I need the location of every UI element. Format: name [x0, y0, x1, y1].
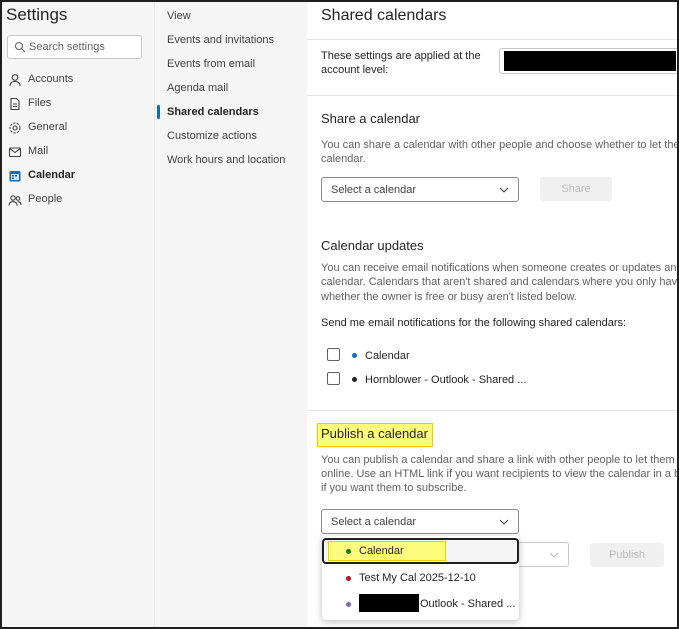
nav-item-calendar[interactable]: Calendar: [2, 165, 154, 187]
updates-desc-line1: You can receive email notifications when…: [321, 262, 679, 274]
publish-calendar-select[interactable]: Select a calendar: [321, 509, 519, 534]
subnav-item-work-hours-and-location[interactable]: Work hours and location: [155, 150, 307, 170]
hornblower-checkbox[interactable]: [327, 372, 340, 385]
section-divider: [307, 95, 677, 96]
subnav-item-label: Events and invitations: [167, 34, 275, 46]
nav-item-label: People: [28, 193, 63, 205]
subnav-item-label: Shared calendars: [167, 106, 259, 118]
file-icon: [10, 97, 20, 111]
dropdown-option-test-my-cal[interactable]: Test My Cal 2025-12-10: [322, 565, 519, 591]
section-divider: [307, 410, 677, 411]
mail-icon: [8, 147, 22, 158]
redacted-account: [504, 51, 676, 71]
calendar-subnav: View Events and invitations Events from …: [155, 2, 307, 627]
chevron-up-icon: [499, 519, 509, 525]
nav-item-label: Files: [28, 97, 52, 109]
nav-item-label: Accounts: [28, 73, 74, 85]
title-divider: [307, 39, 677, 40]
calendar-dropdown-list: Calendar Test My Cal 2025-12-10 Outlook …: [322, 536, 519, 620]
nav-item-people[interactable]: People: [2, 189, 154, 211]
search-box[interactable]: [7, 35, 142, 59]
notifications-label: Send me email notifications for the foll…: [321, 317, 627, 329]
updates-desc-line3: whether the owner is free or busy aren't…: [321, 291, 577, 303]
dropdown-option-shared-outlook[interactable]: Outlook - Shared ...: [322, 591, 519, 617]
settings-title: Settings: [6, 5, 68, 24]
shared-calendar-name: Hornblower - Outlook - Shared ...: [365, 374, 527, 386]
share-desc-line2: calendar.: [321, 153, 366, 165]
share-calendar-select[interactable]: Select a calendar: [321, 177, 519, 202]
updates-desc-line2: calendar. Calendars that aren't shared a…: [321, 276, 679, 288]
publish-desc-line3: if you want them to subscribe.: [321, 482, 467, 494]
calendar-color-dot: [346, 549, 351, 554]
dropdown-option-calendar[interactable]: Calendar: [322, 538, 519, 564]
subnav-item-events-and-invitations[interactable]: Events and invitations: [155, 30, 307, 50]
publish-section-title: Publish a calendar: [321, 426, 428, 441]
share-button-label: Share: [561, 183, 591, 195]
subnav-item-customize-actions[interactable]: Customize actions: [155, 126, 307, 146]
redacted-owner-name: [359, 594, 419, 612]
updates-section-title: Calendar updates: [321, 238, 424, 253]
calendar-color-dot: [352, 377, 357, 382]
active-indicator: [157, 105, 160, 119]
dropdown-option-label: Outlook - Shared ...: [420, 598, 516, 610]
chevron-down-icon: [549, 552, 559, 558]
gear-icon: [9, 122, 21, 134]
share-select-label: Select a calendar: [331, 184, 416, 196]
nav-item-label: Calendar: [28, 169, 76, 181]
calendar-checkbox[interactable]: [327, 348, 340, 361]
person-icon: [9, 74, 21, 87]
shared-calendar-name: Calendar: [365, 350, 410, 362]
account-note-line2: account level:: [321, 64, 389, 76]
nav-item-mail[interactable]: Mail: [2, 141, 154, 163]
dropdown-option-label: Test My Cal 2025-12-10: [359, 572, 476, 584]
publish-button-label: Publish: [608, 549, 646, 561]
nav-item-label: General: [28, 121, 68, 133]
account-note-line1: These settings are applied at the: [321, 50, 481, 62]
chevron-down-icon: [499, 187, 509, 193]
subnav-item-agenda-mail[interactable]: Agenda mail: [155, 78, 307, 98]
share-button[interactable]: Share: [540, 177, 612, 201]
calendar-color-dot: [346, 576, 351, 581]
subnav-item-label: Customize actions: [167, 130, 257, 142]
search-icon: [14, 41, 26, 53]
calendar-color-dot: [352, 353, 357, 358]
app-frame: Settings Accounts Files: [0, 0, 679, 629]
search-input[interactable]: [29, 39, 139, 55]
publish-button[interactable]: Publish: [590, 543, 664, 567]
page-title: Shared calendars: [321, 7, 447, 24]
settings-nav: Settings Accounts Files: [2, 2, 155, 627]
share-section-title: Share a calendar: [321, 111, 421, 126]
nav-item-files[interactable]: Files: [2, 93, 154, 115]
subnav-item-view[interactable]: View: [155, 6, 307, 26]
subnav-item-label: Events from email: [167, 58, 256, 70]
subnav-item-events-from-email[interactable]: Events from email: [155, 54, 307, 74]
calendar-color-dot: [346, 602, 351, 607]
nav-item-general[interactable]: General: [2, 117, 154, 139]
publish-desc-line1: You can publish a calendar and share a l…: [321, 454, 679, 466]
people-icon: [8, 195, 22, 206]
main-content: Shared calendars These settings are appl…: [307, 2, 679, 627]
subnav-item-label: Agenda mail: [167, 82, 229, 94]
publish-desc-line2: online. Use an HTML link if you want rec…: [321, 468, 679, 480]
share-desc-line1: You can share a calendar with other peop…: [321, 139, 679, 151]
account-select[interactable]: [499, 48, 677, 74]
publish-select-label: Select a calendar: [331, 516, 416, 528]
subnav-item-label: View: [167, 10, 191, 22]
dropdown-option-label: Calendar: [359, 545, 404, 557]
calendar-icon: [9, 171, 21, 182]
nav-item-accounts[interactable]: Accounts: [2, 69, 154, 91]
subnav-item-label: Work hours and location: [167, 154, 286, 166]
subnav-item-shared-calendars[interactable]: Shared calendars: [155, 102, 307, 122]
nav-item-label: Mail: [28, 145, 49, 157]
